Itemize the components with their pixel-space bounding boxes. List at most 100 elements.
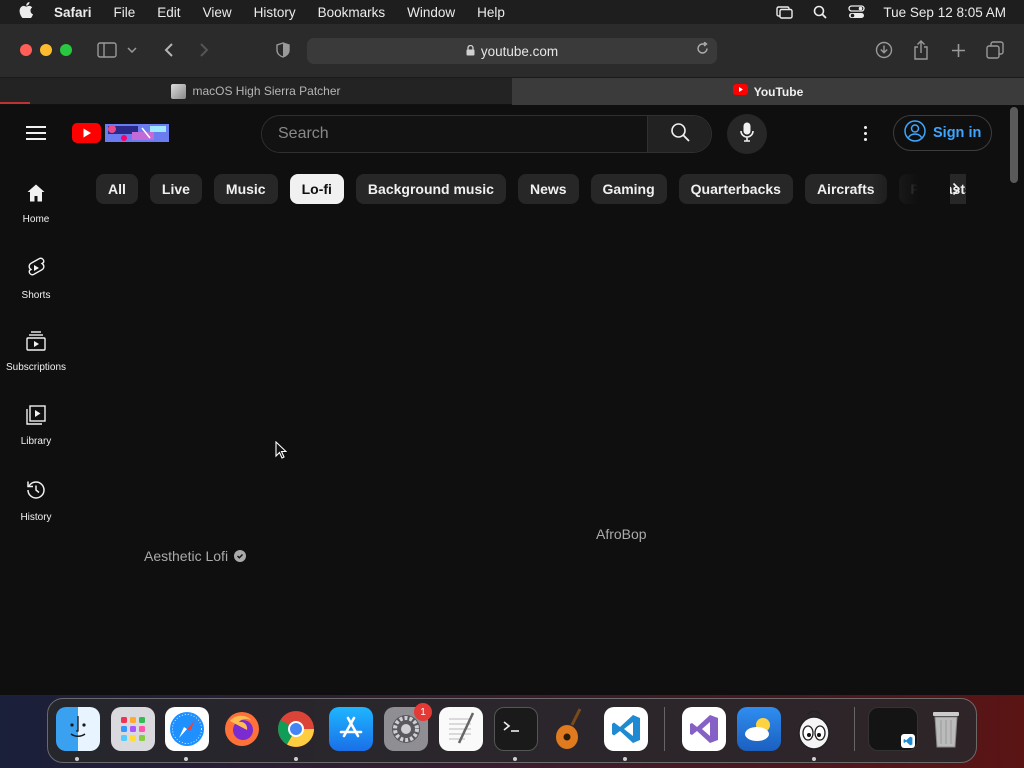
- patcher-favicon-icon: [171, 83, 187, 99]
- chip-all[interactable]: All: [96, 174, 138, 204]
- chevron-right-icon[interactable]: [942, 175, 970, 203]
- running-indicator: [75, 757, 79, 761]
- library-icon: [26, 405, 46, 430]
- trash-icon[interactable]: [924, 707, 968, 751]
- reload-icon[interactable]: [696, 41, 709, 58]
- vscode-icon[interactable]: [604, 707, 648, 751]
- channel-name-label: AfroBop: [596, 526, 647, 542]
- search-box: [261, 115, 712, 153]
- subscriptions-icon: [25, 331, 47, 356]
- menu-view[interactable]: View: [192, 5, 243, 20]
- running-indicator: [812, 757, 816, 761]
- running-indicator: [184, 757, 188, 761]
- running-indicator: [623, 757, 627, 761]
- app-store-icon[interactable]: [329, 707, 373, 751]
- microphone-icon: [740, 122, 754, 147]
- more-options-icon[interactable]: [855, 123, 875, 143]
- garageband-icon[interactable]: [548, 707, 592, 751]
- chip-quarterbacks[interactable]: Quarterbacks: [678, 174, 793, 204]
- browser-toolbar: youtube.com: [0, 24, 1024, 78]
- sidebar-item-label: Home: [22, 214, 50, 225]
- menu-history[interactable]: History: [243, 5, 307, 20]
- new-tab-plus-icon[interactable]: [947, 39, 969, 61]
- channel-name[interactable]: AfroBop: [596, 526, 647, 542]
- privacy-shield-icon[interactable]: [272, 39, 294, 61]
- notification-badge: 1: [414, 703, 432, 721]
- youtube-favicon-icon: [732, 84, 748, 99]
- visual-studio-icon[interactable]: [682, 707, 726, 751]
- menu-edit[interactable]: Edit: [146, 5, 191, 20]
- close-window-button[interactable]: [20, 44, 32, 56]
- minimize-window-button[interactable]: [40, 44, 52, 56]
- sidebar-item-subscriptions[interactable]: Subscriptions: [0, 323, 72, 397]
- downloads-icon[interactable]: [873, 39, 895, 61]
- firefox-icon[interactable]: [220, 707, 264, 751]
- search-input[interactable]: [262, 116, 647, 152]
- tab-macos-patcher[interactable]: macOS High Sierra Patcher: [0, 78, 512, 105]
- running-indicator: [294, 757, 298, 761]
- page-scrollbar[interactable]: [1010, 107, 1018, 183]
- finder-icon[interactable]: [56, 707, 100, 751]
- tab-youtube[interactable]: YouTube: [512, 78, 1024, 105]
- tab-title: YouTube: [753, 84, 804, 99]
- weather-icon[interactable]: [737, 707, 781, 751]
- chip-lofi[interactable]: Lo-fi: [289, 174, 344, 204]
- zoom-window-button[interactable]: [60, 44, 72, 56]
- chip-music[interactable]: Music: [213, 174, 278, 204]
- sidebar-item-home[interactable]: Home: [0, 175, 72, 249]
- safari-icon[interactable]: [165, 707, 209, 751]
- chrome-icon[interactable]: [274, 707, 318, 751]
- minimized-window-icon[interactable]: [868, 707, 918, 751]
- menubar-clock[interactable]: Tue Sep 12 8:05 AM: [883, 5, 1006, 20]
- cyberduck-icon[interactable]: [792, 707, 836, 751]
- menu-app-name[interactable]: Safari: [52, 5, 103, 20]
- spotlight-search-icon[interactable]: [811, 5, 829, 19]
- launchpad-icon[interactable]: [111, 707, 155, 751]
- address-url: youtube.com: [480, 43, 559, 59]
- home-icon: [26, 183, 46, 208]
- textedit-icon[interactable]: [439, 707, 483, 751]
- voice-search-button[interactable]: [727, 114, 767, 154]
- sign-in-label: Sign in: [933, 125, 982, 141]
- hamburger-menu-icon[interactable]: [26, 126, 46, 140]
- menu-help[interactable]: Help: [466, 5, 516, 20]
- system-preferences-icon[interactable]: 1: [384, 703, 432, 751]
- share-icon[interactable]: [910, 39, 932, 61]
- channel-name-label: Aesthetic Lofi: [144, 548, 229, 564]
- tab-overview-icon[interactable]: [984, 39, 1006, 61]
- sidebar-item-shorts[interactable]: Shorts: [0, 249, 72, 323]
- sidebar-item-library[interactable]: Library: [0, 397, 72, 471]
- dock: 1: [47, 698, 977, 763]
- sidebar-toggle-icon[interactable]: [96, 39, 118, 61]
- running-indicator: [513, 757, 517, 761]
- sidebar-item-label: Library: [20, 436, 52, 447]
- chevron-down-icon[interactable]: [125, 39, 139, 61]
- screen-mirroring-icon[interactable]: [775, 5, 793, 19]
- youtube-logo[interactable]: [72, 122, 170, 144]
- back-arrow-icon[interactable]: [158, 39, 180, 61]
- sidebar-item-history[interactable]: History: [0, 471, 72, 545]
- sidebar-item-label: Subscriptions: [5, 362, 67, 373]
- menu-window[interactable]: Window: [396, 5, 466, 20]
- control-center-icon[interactable]: [847, 5, 865, 19]
- sign-in-button[interactable]: Sign in: [893, 115, 992, 151]
- menu-file[interactable]: File: [103, 5, 147, 20]
- forward-arrow-icon[interactable]: [193, 39, 215, 61]
- address-bar[interactable]: youtube.com: [307, 38, 717, 64]
- tab-title: macOS High Sierra Patcher: [192, 84, 341, 98]
- chip-background-music[interactable]: Background music: [355, 174, 506, 204]
- menu-bar: Safari File Edit View History Bookmarks …: [0, 0, 1024, 24]
- terminal-icon[interactable]: [494, 707, 538, 751]
- mouse-cursor-icon: [275, 440, 288, 464]
- chip-gaming[interactable]: Gaming: [590, 174, 667, 204]
- chip-live[interactable]: Live: [149, 174, 202, 204]
- channel-name[interactable]: Aesthetic Lofi: [144, 548, 247, 564]
- search-button[interactable]: [647, 116, 711, 152]
- chip-news[interactable]: News: [517, 174, 579, 204]
- dock-separator: [664, 707, 665, 751]
- dock-separator: [854, 707, 855, 751]
- apple-menu-icon[interactable]: [0, 1, 52, 23]
- menu-bookmarks[interactable]: Bookmarks: [307, 5, 397, 20]
- chips-fade-overlay: [870, 174, 950, 206]
- account-circle-icon: [904, 120, 926, 146]
